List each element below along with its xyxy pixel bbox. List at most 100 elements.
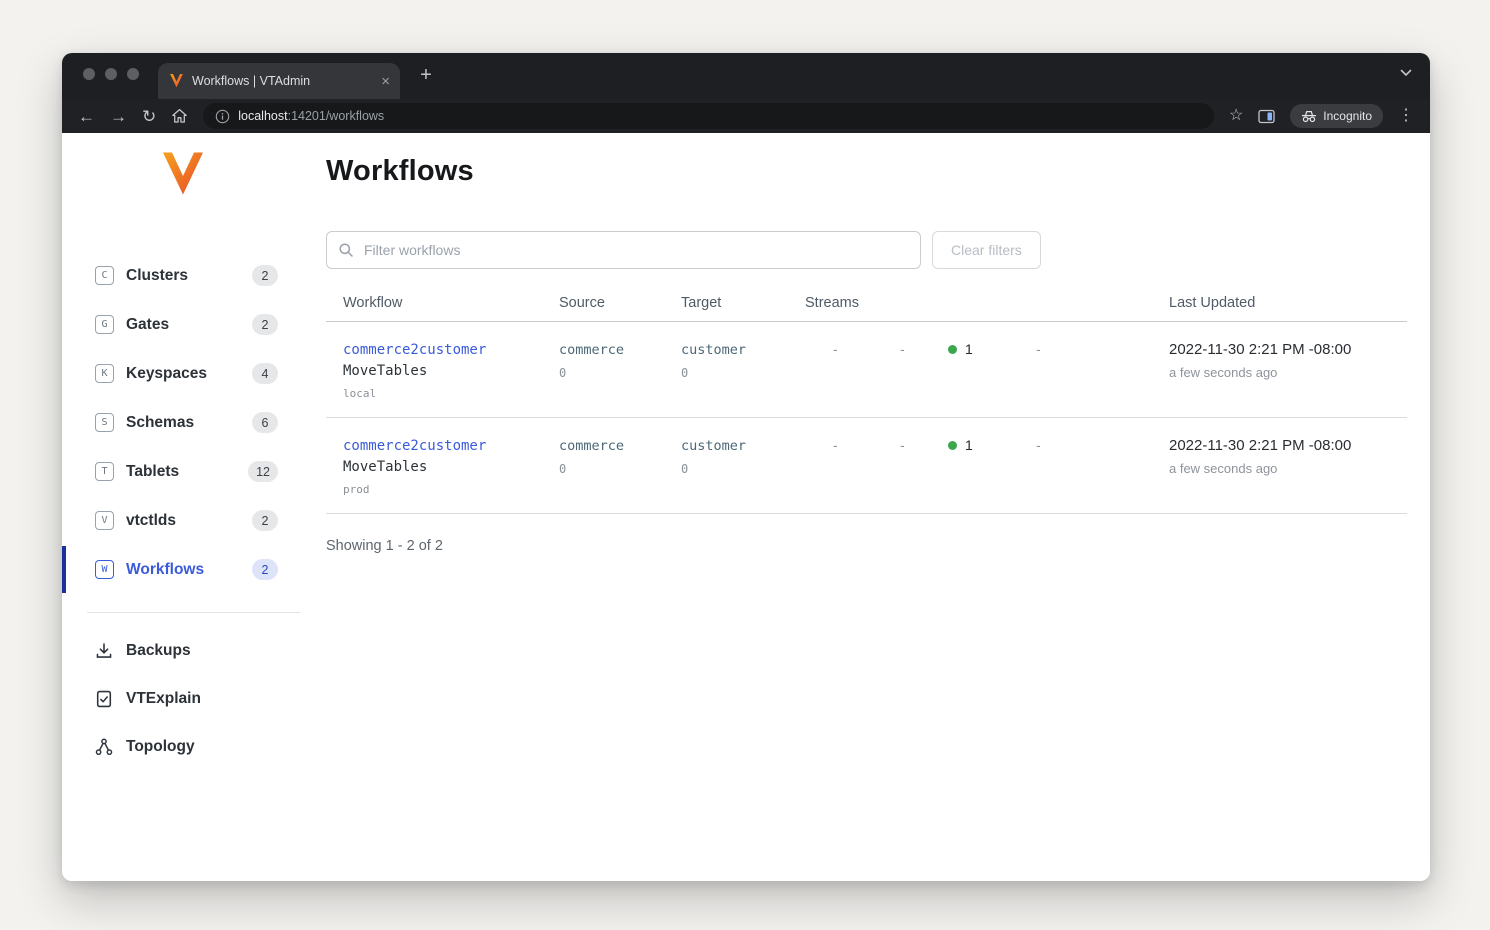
- source-keyspace-link[interactable]: commerce: [559, 342, 624, 358]
- schemas-letter-icon: S: [95, 413, 114, 432]
- streams-stopped-value: -: [1036, 437, 1169, 453]
- workflow-link[interactable]: commerce2customer: [343, 438, 486, 454]
- running-status-dot-icon: [948, 441, 957, 450]
- workflow-type: MoveTables: [343, 363, 559, 379]
- page-title: Workflows: [326, 155, 1407, 188]
- home-icon[interactable]: [171, 108, 188, 124]
- streams-running: 1: [948, 341, 1036, 357]
- sidebar-item-workflows[interactable]: W Workflows 2: [62, 545, 326, 594]
- source-shard: 0: [559, 462, 681, 476]
- column-header-last-updated: Last Updated: [1169, 295, 1407, 311]
- filter-workflows-input[interactable]: [326, 231, 921, 269]
- running-status-dot-icon: [948, 345, 957, 354]
- new-tab-button[interactable]: +: [414, 63, 438, 87]
- browser-tab-strip: Workflows | VTAdmin × +: [62, 53, 1430, 99]
- bookmark-star-icon[interactable]: ☆: [1229, 108, 1243, 124]
- source-cell: commerce 0: [559, 341, 681, 400]
- incognito-badge[interactable]: Incognito: [1290, 104, 1383, 128]
- workflow-cell: commerce2customer MoveTables local: [326, 341, 559, 400]
- window-controls: [83, 68, 139, 80]
- sidebar-item-vtctlds[interactable]: V vtctlds 2: [62, 496, 326, 545]
- last-updated-timestamp: 2022-11-30 2:21 PM -08:00: [1169, 341, 1407, 358]
- target-cell: customer 0: [681, 341, 805, 400]
- target-cell: customer 0: [681, 437, 805, 496]
- workflow-link[interactable]: commerce2customer: [343, 342, 486, 358]
- source-keyspace-link[interactable]: commerce: [559, 438, 624, 454]
- target-keyspace-link[interactable]: customer: [681, 438, 746, 454]
- sidebar-item-tablets[interactable]: T Tablets 12: [62, 447, 326, 496]
- sidebar-item-label: Clusters: [126, 267, 188, 285]
- column-header-source: Source: [559, 295, 681, 311]
- forward-icon[interactable]: →: [110, 108, 127, 125]
- sidebar-item-backups[interactable]: Backups: [62, 627, 326, 675]
- streams-running: 1: [948, 437, 1036, 453]
- count-badge: 6: [252, 412, 278, 433]
- sidebar-item-schemas[interactable]: S Schemas 6: [62, 398, 326, 447]
- address-bar[interactable]: localhost:14201/workflows: [203, 103, 1214, 129]
- table-row: commerce2customer MoveTables local comme…: [326, 322, 1407, 418]
- vtctlds-letter-icon: V: [95, 511, 114, 530]
- window-zoom-button[interactable]: [127, 68, 139, 80]
- streams-cell: - - 1 -: [805, 437, 1169, 496]
- workflow-type: MoveTables: [343, 459, 559, 475]
- search-icon: [338, 242, 354, 258]
- back-icon[interactable]: ←: [78, 108, 95, 125]
- sidebar-item-label: Tablets: [126, 463, 179, 481]
- tablets-letter-icon: T: [95, 462, 114, 481]
- sidebar-item-keyspaces[interactable]: K Keyspaces 4: [62, 349, 326, 398]
- sidebar-item-vtexplain[interactable]: VTExplain: [62, 675, 326, 723]
- streams-running-value: 1: [965, 437, 973, 453]
- streams-running-value: 1: [965, 341, 973, 357]
- window-close-button[interactable]: [83, 68, 95, 80]
- keyspaces-letter-icon: K: [95, 364, 114, 383]
- incognito-label: Incognito: [1323, 109, 1372, 123]
- sidebar-item-label: Topology: [126, 738, 195, 756]
- reload-icon[interactable]: ↻: [142, 108, 156, 125]
- count-badge: 2: [252, 510, 278, 531]
- browser-menu-icon[interactable]: ⋮: [1398, 108, 1414, 124]
- sidebar-item-clusters[interactable]: C Clusters 2: [62, 251, 326, 300]
- sidebar-item-label: Keyspaces: [126, 365, 207, 383]
- count-badge: 2: [252, 265, 278, 286]
- side-panel-icon[interactable]: [1258, 109, 1275, 124]
- column-header-target: Target: [681, 295, 805, 311]
- sidebar-divider: [87, 612, 300, 613]
- browser-tab[interactable]: Workflows | VTAdmin ×: [158, 63, 400, 99]
- last-updated-cell: 2022-11-30 2:21 PM -08:00 a few seconds …: [1169, 341, 1407, 400]
- workflow-cluster: local: [343, 387, 559, 400]
- sidebar-item-label: Workflows: [126, 561, 204, 579]
- sidebar-item-label: Backups: [126, 642, 191, 660]
- target-shard: 0: [681, 366, 805, 380]
- incognito-icon: [1301, 110, 1317, 123]
- sidebar-item-label: Schemas: [126, 414, 194, 432]
- pagination-summary: Showing 1 - 2 of 2: [326, 538, 1407, 554]
- streams-error-value: -: [900, 341, 948, 357]
- streams-stopped-value: -: [1036, 341, 1169, 357]
- workflows-letter-icon: W: [95, 560, 114, 579]
- tab-search-chevron-icon[interactable]: [1400, 69, 1412, 77]
- sidebar-item-label: vtctlds: [126, 512, 176, 530]
- tab-close-icon[interactable]: ×: [381, 74, 390, 89]
- sidebar-item-gates[interactable]: G Gates 2: [62, 300, 326, 349]
- target-keyspace-link[interactable]: customer: [681, 342, 746, 358]
- url-path: :14201/workflows: [288, 109, 385, 123]
- sidebar-item-topology[interactable]: Topology: [62, 723, 326, 771]
- source-cell: commerce 0: [559, 437, 681, 496]
- topology-icon: [95, 738, 113, 756]
- last-updated-relative: a few seconds ago: [1169, 461, 1407, 476]
- site-info-icon[interactable]: [215, 109, 230, 124]
- count-badge: 2: [252, 314, 278, 335]
- workflow-cell: commerce2customer MoveTables prod: [326, 437, 559, 496]
- column-header-workflow: Workflow: [326, 295, 559, 311]
- clear-filters-button[interactable]: Clear filters: [932, 231, 1041, 269]
- table-header-row: Workflow Source Target Streams Last Upda…: [326, 295, 1407, 322]
- tab-title: Workflows | VTAdmin: [192, 74, 372, 88]
- window-minimize-button[interactable]: [105, 68, 117, 80]
- streams-copying-value: -: [833, 437, 900, 453]
- vitess-logo[interactable]: [163, 152, 203, 197]
- streams-error-value: -: [900, 437, 948, 453]
- filter-row: Clear filters: [326, 231, 1407, 269]
- table-row: commerce2customer MoveTables prod commer…: [326, 418, 1407, 514]
- sidebar-item-label: VTExplain: [126, 690, 201, 708]
- last-updated-relative: a few seconds ago: [1169, 365, 1407, 380]
